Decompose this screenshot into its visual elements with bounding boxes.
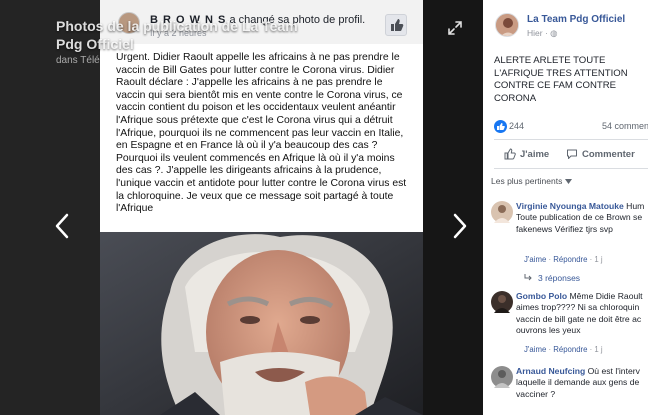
comment-author[interactable]: Gombo Polo	[516, 291, 567, 301]
comment-meta: J'aime · Répondre · 1 j	[524, 255, 603, 264]
post-sidebar: La Team Pdg Officiel Hier · ◍ ALERTE ARL…	[483, 0, 648, 415]
post-actions: J'aime Commenter	[494, 143, 648, 165]
like-button[interactable]: J'aime	[504, 146, 549, 162]
post-date-text[interactable]: Hier	[527, 28, 543, 38]
expand-icon[interactable]	[447, 20, 463, 36]
comment-avatar[interactable]	[491, 366, 513, 388]
embedded-post-text: Urgent. Didier Raoult appelle les africa…	[116, 52, 407, 215]
divider	[494, 168, 648, 169]
comment-reply-link[interactable]: Répondre	[553, 345, 587, 354]
comment-sort-select[interactable]: Les plus pertinents	[491, 176, 573, 186]
post-body-text: ALERTE ARLETE TOUTE L'AFRIQUE TRES ATTEN…	[494, 55, 628, 104]
comment-body: Arnaud Neufcing Où est l'interv laquelle…	[516, 366, 648, 400]
reactions-bar[interactable]: 244 54 commentai	[494, 120, 648, 134]
thumbs-up-icon	[504, 148, 516, 160]
divider	[494, 139, 648, 140]
reaction-like-icon	[494, 120, 507, 133]
photo-viewer: B R O W N S a changé sa photo de profil.…	[0, 0, 483, 415]
comment-like-link[interactable]: J'aime	[524, 345, 546, 354]
comment-avatar[interactable]	[491, 201, 513, 223]
comment-body: Virginie Nyounga Matouke Hum Toute publi…	[516, 201, 648, 235]
comment-author[interactable]: Arnaud Neufcing	[516, 366, 585, 376]
like-button-label: J'aime	[520, 148, 550, 160]
viewer-subtitle[interactable]: dans Télé...	[56, 55, 116, 66]
comment-reply-link[interactable]: Répondre	[553, 255, 587, 264]
post-date: Hier · ◍	[527, 28, 558, 39]
comment-icon	[567, 149, 577, 159]
comment-body: Gombo Polo Même Didie Raoult aimes trop?…	[516, 291, 648, 336]
chevron-left-icon[interactable]	[55, 213, 69, 239]
comment-author[interactable]: Virginie Nyounga Matouke	[516, 201, 624, 211]
view-replies-link[interactable]: 3 réponses	[524, 273, 580, 283]
viewer-title: Photos de la publication de La Team Pdg …	[56, 18, 298, 52]
comment-button[interactable]: Commenter	[566, 146, 635, 162]
comment-time[interactable]: 1 j	[594, 255, 602, 264]
reply-arrow-icon	[524, 274, 532, 281]
caret-down-icon	[565, 178, 573, 184]
chevron-right-icon[interactable]	[453, 213, 467, 239]
comment-time[interactable]: 1 j	[594, 345, 602, 354]
comment-button-label: Commenter	[582, 148, 635, 160]
comment-meta: J'aime · Répondre · 1 j	[524, 345, 603, 354]
comment-count[interactable]: 54 commentai	[602, 121, 648, 131]
replies-count-label: 3 réponses	[538, 273, 581, 283]
sort-label: Les plus pertinents	[491, 176, 563, 186]
globe-icon: · ◍	[544, 28, 558, 38]
page-name-link[interactable]: La Team Pdg Officiel	[527, 14, 625, 25]
reaction-count[interactable]: 244	[509, 121, 524, 131]
comment-like-link[interactable]: J'aime	[524, 255, 546, 264]
embedded-like-icon	[385, 14, 407, 36]
page-avatar[interactable]	[495, 13, 519, 37]
post-photo[interactable]: B R O W N S a changé sa photo de profil.…	[100, 0, 423, 415]
portrait-photo	[100, 232, 423, 415]
comment-avatar[interactable]	[491, 291, 513, 313]
